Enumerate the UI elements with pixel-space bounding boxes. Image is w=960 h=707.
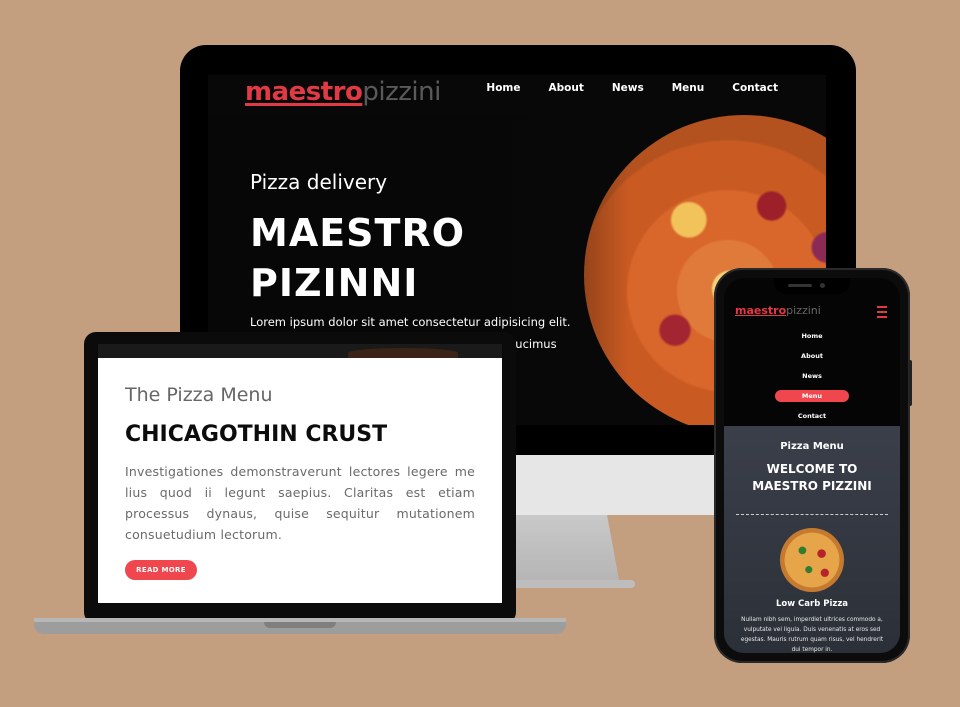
desktop-logo[interactable]: maestropizzini bbox=[245, 77, 441, 107]
phone-kicker: Pizza Menu bbox=[780, 441, 844, 452]
laptop-notch bbox=[264, 622, 336, 628]
phone-nav-menu-label: Menu bbox=[775, 390, 849, 402]
laptop-top-strip bbox=[98, 344, 502, 358]
hero-title-line-1: MAESTRO bbox=[250, 211, 466, 255]
front-camera bbox=[820, 283, 825, 288]
menu-item-description: Investigationes demonstraverunt lectores… bbox=[125, 464, 475, 542]
nav-contact[interactable]: Contact bbox=[732, 82, 778, 94]
phone-nav-about-label: About bbox=[801, 352, 823, 360]
phone-title-line-1: WELCOME TO bbox=[766, 462, 858, 476]
laptop-screen: The Pizza Menu CHICAGOTHIN CRUST Investi… bbox=[98, 358, 502, 603]
hero-title: MAESTRO PIZINNI bbox=[250, 208, 465, 308]
pizza-name: Low Carb Pizza bbox=[775, 599, 849, 609]
phone-side-button bbox=[909, 360, 912, 406]
logo-part-pizzini: pizzini bbox=[362, 77, 441, 107]
phone: maestropizzini Home About News Menu Cont… bbox=[714, 268, 910, 663]
pizza-description: Nullam nibh sem, imperdiet ultrices comm… bbox=[740, 617, 884, 653]
phone-nav-menu-active[interactable]: Menu bbox=[724, 386, 900, 406]
phone-nav-about[interactable]: About bbox=[724, 346, 900, 366]
pizza-image bbox=[780, 528, 844, 592]
hero-text: Lorem ipsum dolor sit amet consectetur a… bbox=[250, 315, 571, 329]
phone-nav-home[interactable]: Home bbox=[724, 326, 900, 346]
phone-notch bbox=[774, 278, 850, 294]
nav-about[interactable]: About bbox=[549, 82, 584, 94]
phone-logo-part-pizzini: pizzini bbox=[786, 304, 821, 317]
nav-home[interactable]: Home bbox=[486, 82, 520, 94]
phone-logo-part-maestro: maestro bbox=[735, 304, 787, 317]
dashed-divider bbox=[736, 514, 888, 515]
logo-part-maestro: maestro bbox=[245, 77, 363, 107]
phone-nav-news-label: News bbox=[802, 372, 822, 380]
phone-nav-news[interactable]: News bbox=[724, 366, 900, 386]
nav-news[interactable]: News bbox=[612, 82, 644, 94]
phone-nav-contact[interactable]: Contact bbox=[724, 406, 900, 426]
hamburger-menu-icon[interactable] bbox=[877, 306, 887, 318]
laptop: The Pizza Menu CHICAGOTHIN CRUST Investi… bbox=[84, 332, 516, 624]
speaker-grille bbox=[788, 284, 812, 287]
phone-nav-contact-label: Contact bbox=[797, 412, 827, 420]
phone-nav-home-label: Home bbox=[801, 332, 823, 340]
phone-hero: Pizza Menu WELCOME TO MAESTRO PIZZINI Lo… bbox=[724, 426, 900, 653]
phone-logo[interactable]: maestropizzini bbox=[735, 304, 821, 317]
desktop-nav: Home About News Menu Contact bbox=[486, 82, 778, 94]
phone-screen: maestropizzini Home About News Menu Cont… bbox=[724, 278, 900, 653]
hero-subtitle: Pizza delivery bbox=[250, 170, 388, 194]
menu-item-title: CHICAGOTHIN CRUST bbox=[125, 422, 388, 447]
phone-title-line-2: MAESTRO PIZZINI bbox=[752, 479, 872, 493]
read-more-button[interactable]: READ MORE bbox=[125, 560, 197, 580]
phone-nav: Home About News Menu Contact bbox=[724, 326, 900, 426]
nav-menu[interactable]: Menu bbox=[672, 82, 705, 94]
phone-title: WELCOME TO MAESTRO PIZZINI bbox=[724, 461, 900, 495]
hero-title-line-2: PIZINNI bbox=[250, 261, 419, 305]
laptop-pizza-peek bbox=[348, 348, 458, 358]
menu-kicker: The Pizza Menu bbox=[125, 384, 273, 406]
